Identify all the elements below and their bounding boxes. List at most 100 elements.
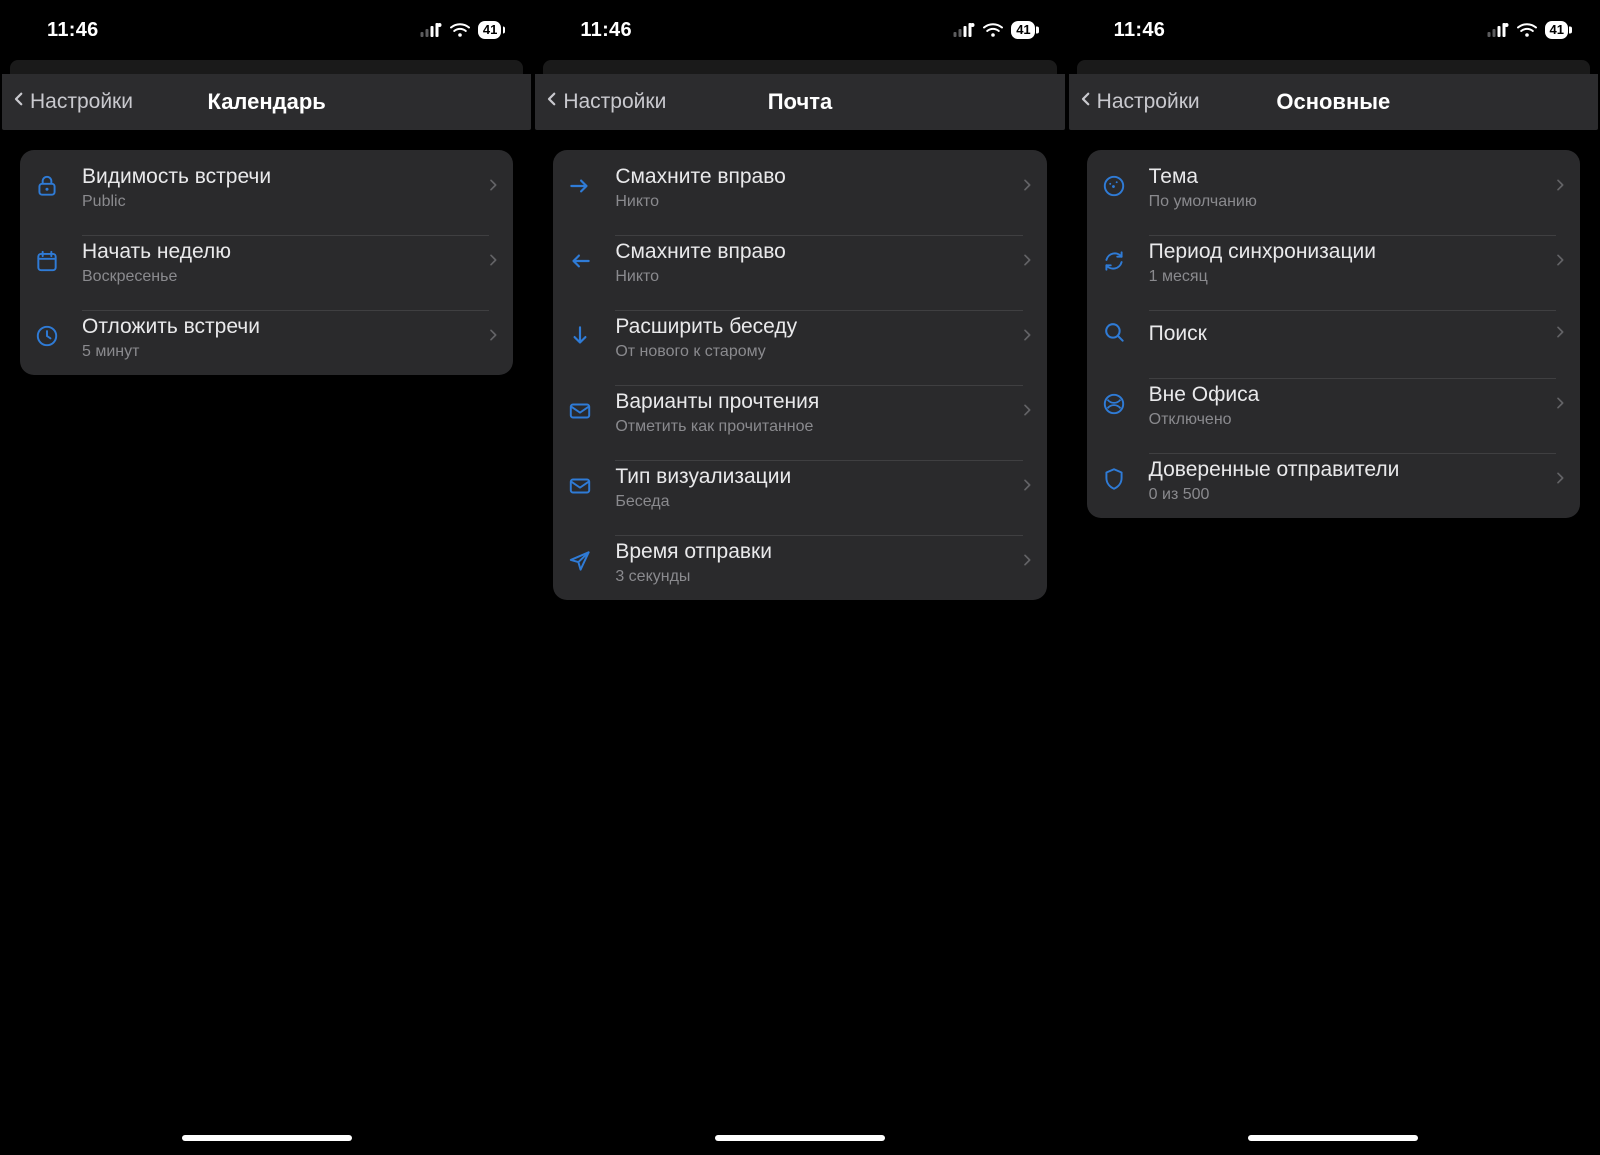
list-row[interactable]: Тип визуализации Беседа <box>553 450 1046 525</box>
list-row[interactable]: Вне Офиса Отключено <box>1087 368 1580 443</box>
row-title: Тема <box>1149 164 1544 190</box>
row-subtitle: Никто <box>615 192 1010 211</box>
chevron-right-icon <box>1019 474 1035 501</box>
list-row[interactable]: Начать неделю Воскресенье <box>20 225 513 300</box>
row-subtitle: По умолчанию <box>1149 192 1544 211</box>
search-icon <box>1101 319 1131 349</box>
chevron-right-icon <box>1019 549 1035 576</box>
status-bar: 11:46 41 <box>535 0 1064 60</box>
list-row[interactable]: Варианты прочтения Отметить как прочитан… <box>553 375 1046 450</box>
home-indicator <box>1248 1135 1418 1141</box>
row-title: Поиск <box>1149 321 1544 347</box>
tab-strip <box>1077 60 1590 74</box>
shield-icon <box>1101 466 1131 496</box>
row-subtitle: 1 месяц <box>1149 267 1544 286</box>
row-title: Время отправки <box>615 539 1010 565</box>
wifi-icon <box>1517 23 1537 37</box>
row-title: Смахните вправо <box>615 239 1010 265</box>
back-label: Настройки <box>30 90 133 114</box>
calendar-icon <box>34 248 64 278</box>
status-bar: 11:46 41 <box>1069 0 1598 60</box>
screen: 11:46 41 Настройки Календарь <box>0 0 533 1155</box>
status-icons: 41 <box>420 21 501 39</box>
battery-icon: 41 <box>1011 21 1034 39</box>
settings-list: Тема По умолчанию Период синхронизации 1… <box>1087 150 1580 518</box>
list-row[interactable]: Период синхронизации 1 месяц <box>1087 225 1580 300</box>
row-subtitle: Отключено <box>1149 410 1544 429</box>
list-row[interactable]: Время отправки 3 секунды <box>553 525 1046 600</box>
screen: 11:46 41 Настройки Основные <box>1067 0 1600 1155</box>
arrow-left-icon <box>567 248 597 278</box>
chevron-right-icon <box>1019 399 1035 426</box>
chevron-right-icon <box>1552 174 1568 201</box>
chevron-right-icon <box>1552 392 1568 419</box>
status-icons: 41 <box>1487 21 1568 39</box>
status-time: 11:46 <box>580 19 632 42</box>
tab-strip <box>543 60 1056 74</box>
tab-strip <box>10 60 523 74</box>
list-row[interactable]: Поиск <box>1087 300 1580 368</box>
status-time: 11:46 <box>1114 19 1166 42</box>
list-row[interactable]: Тема По умолчанию <box>1087 150 1580 225</box>
sync-icon <box>1101 248 1131 278</box>
clock-icon <box>34 323 64 353</box>
palette-icon <box>1101 173 1131 203</box>
status-bar: 11:46 41 <box>2 0 531 60</box>
home-indicator <box>715 1135 885 1141</box>
row-subtitle: 0 из 500 <box>1149 485 1544 504</box>
cellular-icon <box>420 23 442 37</box>
battery-icon: 41 <box>478 21 501 39</box>
chevron-right-icon <box>485 174 501 201</box>
row-title: Период синхронизации <box>1149 239 1544 265</box>
settings-list: Смахните вправо Никто Смахните вправо Ни… <box>553 150 1046 600</box>
row-title: Смахните вправо <box>615 164 1010 190</box>
list-row[interactable]: Смахните вправо Никто <box>553 150 1046 225</box>
navbar: Настройки Календарь <box>2 74 531 130</box>
back-label: Настройки <box>563 90 666 114</box>
status-time: 11:46 <box>47 19 99 42</box>
arrow-right-icon <box>567 173 597 203</box>
row-title: Видимость встречи <box>82 164 477 190</box>
navbar: Настройки Почта <box>535 74 1064 130</box>
row-subtitle: 5 минут <box>82 342 477 361</box>
back-button[interactable]: Настройки <box>539 79 672 125</box>
row-subtitle: Public <box>82 192 477 211</box>
home-indicator <box>182 1135 352 1141</box>
row-subtitle: Беседа <box>615 492 1010 511</box>
wifi-icon <box>450 23 470 37</box>
row-title: Доверенные отправители <box>1149 457 1544 483</box>
list-row[interactable]: Доверенные отправители 0 из 500 <box>1087 443 1580 518</box>
row-title: Тип визуализации <box>615 464 1010 490</box>
row-title: Отложить встречи <box>82 314 477 340</box>
globe-icon <box>1101 391 1131 421</box>
chevron-right-icon <box>1552 321 1568 348</box>
back-label: Настройки <box>1097 90 1200 114</box>
list-row[interactable]: Отложить встречи 5 минут <box>20 300 513 375</box>
lock-icon <box>34 173 64 203</box>
chevron-left-icon <box>543 85 561 119</box>
mail-icon <box>567 398 597 428</box>
status-icons: 41 <box>953 21 1034 39</box>
cellular-icon <box>1487 23 1509 37</box>
chevron-right-icon <box>485 324 501 351</box>
row-subtitle: Никто <box>615 267 1010 286</box>
arrow-down-icon <box>567 323 597 353</box>
chevron-right-icon <box>1019 249 1035 276</box>
back-button[interactable]: Настройки <box>6 79 139 125</box>
row-subtitle: Отметить как прочитанное <box>615 417 1010 436</box>
send-icon <box>567 548 597 578</box>
settings-list: Видимость встречи Public Начать неделю В… <box>20 150 513 375</box>
list-row[interactable]: Расширить беседу От нового к старому <box>553 300 1046 375</box>
battery-icon: 41 <box>1545 21 1568 39</box>
row-subtitle: От нового к старому <box>615 342 1010 361</box>
list-row[interactable]: Смахните вправо Никто <box>553 225 1046 300</box>
list-row[interactable]: Видимость встречи Public <box>20 150 513 225</box>
row-title: Начать неделю <box>82 239 477 265</box>
back-button[interactable]: Настройки <box>1073 79 1206 125</box>
screen: 11:46 41 Настройки Почта <box>533 0 1066 1155</box>
row-subtitle: 3 секунды <box>615 567 1010 586</box>
row-title: Расширить беседу <box>615 314 1010 340</box>
row-title: Вне Офиса <box>1149 382 1544 408</box>
chevron-left-icon <box>10 85 28 119</box>
chevron-right-icon <box>1019 324 1035 351</box>
